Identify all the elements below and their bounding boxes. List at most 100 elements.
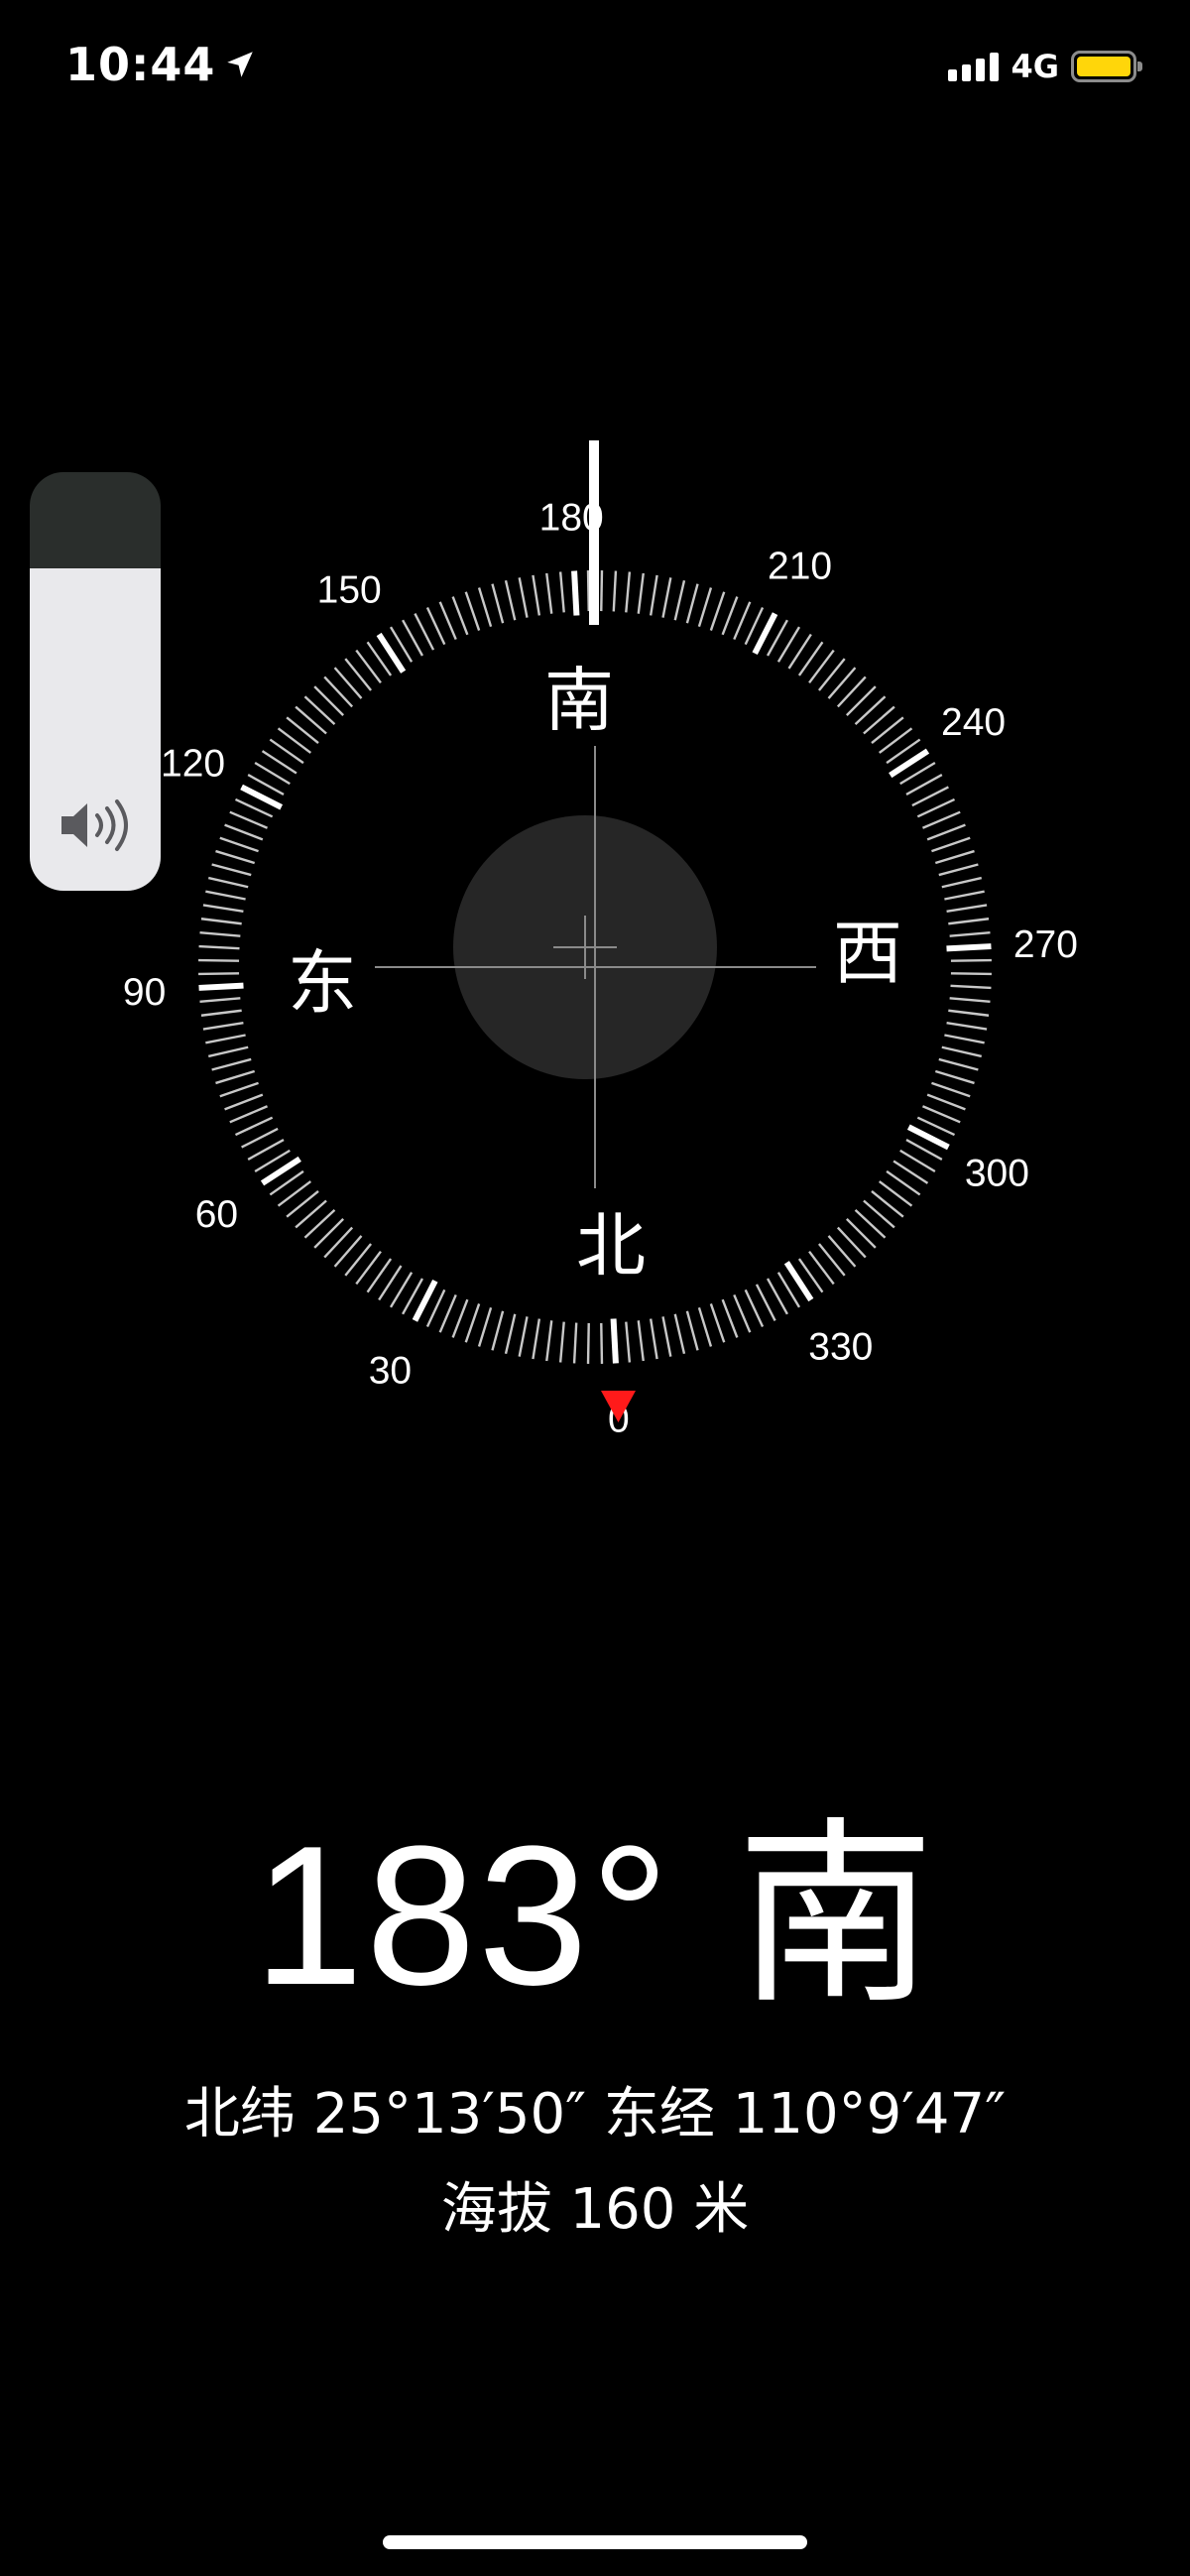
minor-tick — [464, 591, 481, 631]
minor-tick — [612, 570, 618, 612]
minor-tick — [921, 810, 961, 829]
minor-tick — [219, 1081, 259, 1098]
minor-tick — [934, 849, 975, 865]
minor-tick — [921, 1105, 961, 1124]
minor-tick — [931, 1081, 971, 1098]
minor-tick — [637, 1320, 645, 1362]
degree-label-120: 120 — [161, 742, 225, 785]
minor-tick — [926, 823, 966, 841]
elevation-text: 海拔 160 米 — [440, 2177, 750, 2242]
minor-tick — [673, 579, 686, 621]
minor-tick — [425, 606, 446, 646]
minor-tick — [229, 810, 269, 829]
major-tick — [571, 570, 580, 616]
minor-tick — [200, 1009, 242, 1017]
minor-tick — [926, 1093, 966, 1111]
minor-tick — [916, 797, 956, 818]
minor-tick — [938, 1057, 979, 1071]
degree-label-90: 90 — [123, 971, 166, 1014]
minor-tick — [558, 571, 565, 613]
minor-tick — [949, 997, 991, 1004]
major-tick — [198, 982, 244, 991]
minor-tick — [504, 579, 517, 621]
minor-tick — [949, 930, 991, 937]
major-tick — [946, 943, 992, 952]
minor-tick — [697, 1306, 713, 1347]
cardinal-north: 北 — [576, 1205, 646, 1287]
minor-tick — [948, 918, 990, 925]
minor-tick — [532, 574, 541, 616]
minor-tick — [491, 1310, 505, 1351]
minor-tick — [950, 972, 992, 976]
compass-dial[interactable]: 0306090120150180210240270300330 南 东 西 北 — [0, 0, 1190, 1528]
minor-tick — [685, 583, 699, 624]
minor-tick — [934, 1069, 975, 1085]
minor-tick — [414, 613, 435, 651]
minor-tick — [224, 823, 264, 841]
minor-tick — [625, 571, 632, 613]
minor-tick — [721, 596, 739, 636]
minor-tick — [685, 1310, 699, 1351]
minor-tick — [950, 958, 992, 962]
minor-tick — [755, 1284, 776, 1321]
minor-tick — [545, 572, 553, 614]
minor-tick — [211, 863, 252, 877]
speaker-icon — [61, 799, 128, 851]
minor-tick — [625, 1321, 632, 1363]
degree-label-210: 210 — [768, 546, 832, 588]
minor-tick — [600, 570, 604, 612]
volume-hud[interactable] — [30, 472, 161, 891]
minor-tick — [600, 1322, 604, 1364]
minor-tick — [491, 583, 505, 624]
minor-tick — [451, 596, 469, 636]
minor-tick — [477, 587, 493, 628]
minor-tick — [673, 1313, 686, 1355]
minor-tick — [215, 849, 256, 865]
minor-tick — [464, 1303, 481, 1343]
heading-direction: 南 — [736, 1800, 937, 2031]
minor-tick — [946, 904, 988, 914]
minor-tick — [941, 1045, 983, 1058]
degree-label-150: 150 — [317, 568, 382, 611]
cardinal-south: 南 — [544, 660, 614, 741]
minor-tick — [198, 944, 240, 950]
minor-tick — [198, 958, 240, 962]
minor-tick — [207, 1045, 249, 1058]
coordinates-text[interactable]: 北纬 25°13′50″ 东经 110°9′47″ — [0, 2087, 1190, 2143]
minor-tick — [200, 918, 242, 925]
minor-tick — [931, 836, 971, 853]
degree-label-270: 270 — [1013, 923, 1078, 966]
minor-tick — [941, 876, 983, 889]
cardinal-east: 东 — [288, 942, 357, 1024]
minor-tick — [202, 904, 244, 914]
minor-tick — [948, 1009, 990, 1017]
minor-tick — [911, 786, 949, 807]
minor-tick — [241, 1127, 279, 1149]
minor-tick — [572, 1322, 578, 1364]
degree-label-60: 60 — [195, 1193, 238, 1236]
minor-tick — [661, 577, 672, 618]
heading-degrees: 183° — [253, 1805, 672, 2026]
minor-tick — [438, 601, 457, 641]
home-indicator[interactable] — [383, 2535, 807, 2549]
minor-tick — [545, 1320, 553, 1362]
degree-label-300: 300 — [965, 1153, 1029, 1195]
minor-tick — [733, 601, 752, 641]
minor-tick — [199, 997, 241, 1004]
minor-tick — [637, 572, 645, 614]
heading-indicator-line — [589, 440, 599, 625]
minor-tick — [532, 1318, 541, 1360]
degree-label-330: 330 — [808, 1326, 873, 1369]
heading-readout: 183° 南 — [0, 1817, 1190, 2016]
minor-tick — [205, 1034, 246, 1044]
minor-tick — [649, 574, 658, 616]
minor-tick — [950, 984, 992, 990]
minor-tick — [946, 1021, 988, 1031]
cardinal-west: 西 — [833, 913, 902, 994]
major-tick — [610, 1318, 619, 1364]
minor-tick — [518, 1316, 529, 1357]
minor-tick — [518, 577, 529, 618]
minor-tick — [205, 890, 246, 901]
minor-tick — [558, 1321, 565, 1363]
minor-tick — [504, 1313, 517, 1355]
